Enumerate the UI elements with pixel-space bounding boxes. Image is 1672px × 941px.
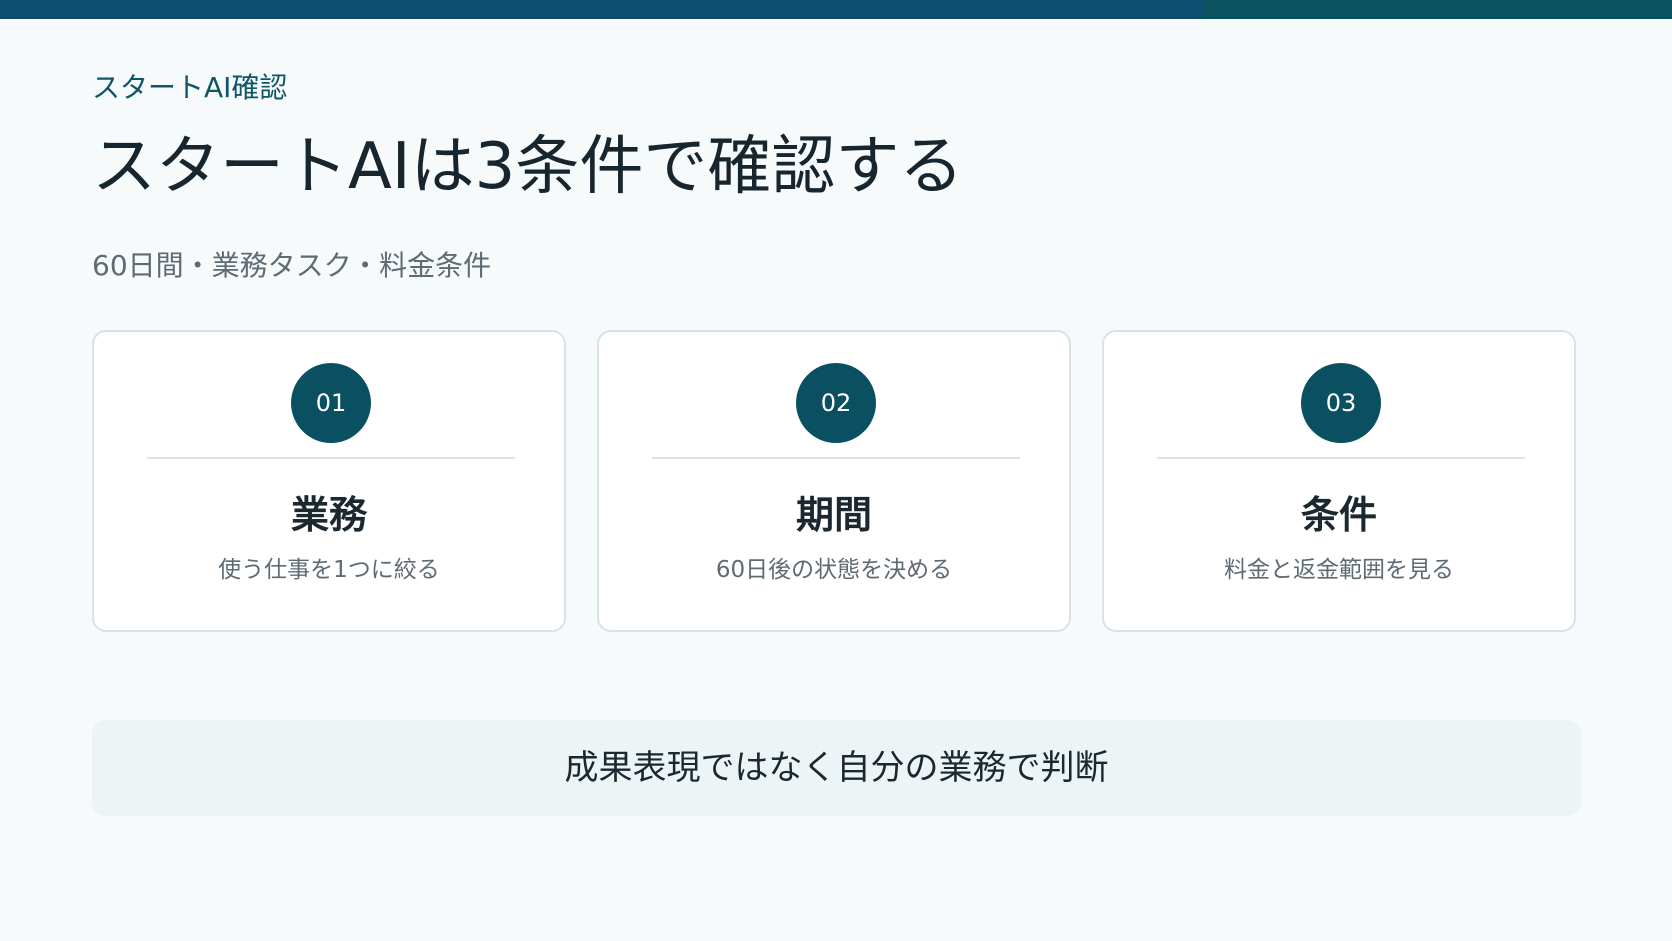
- card-title: 条件: [1300, 493, 1377, 537]
- eyebrow-label: スタートAI確認: [92, 71, 288, 104]
- card-title: 業務: [290, 493, 367, 537]
- step-number-badge: 01: [291, 363, 371, 443]
- card-title: 期間: [795, 493, 872, 537]
- card-description: 60日後の状態を決める: [715, 557, 953, 583]
- bottom-note: 成果表現ではなく自分の業務で判断: [92, 720, 1581, 816]
- card-divider: [1157, 457, 1525, 459]
- top-accent-bar: [0, 0, 1672, 19]
- step-number-badge: 03: [1301, 363, 1381, 443]
- condition-card-business: 01 業務 使う仕事を1つに絞る: [92, 330, 566, 632]
- step-number-badge: 02: [796, 363, 876, 443]
- page-subtitle: 60日間・業務タスク・料金条件: [92, 249, 492, 282]
- card-description: 使う仕事を1つに絞る: [218, 557, 440, 583]
- card-divider: [652, 457, 1020, 459]
- card-divider: [147, 457, 515, 459]
- card-description: 料金と返金範囲を見る: [1224, 557, 1454, 583]
- condition-card-period: 02 期間 60日後の状態を決める: [597, 330, 1071, 632]
- condition-cards: 01 業務 使う仕事を1つに絞る 02 期間 60日後の状態を決める 03 条件…: [92, 330, 1581, 635]
- condition-card-terms: 03 条件 料金と返金範囲を見る: [1102, 330, 1576, 632]
- page-title: スタートAIは3条件で確認する: [92, 130, 964, 204]
